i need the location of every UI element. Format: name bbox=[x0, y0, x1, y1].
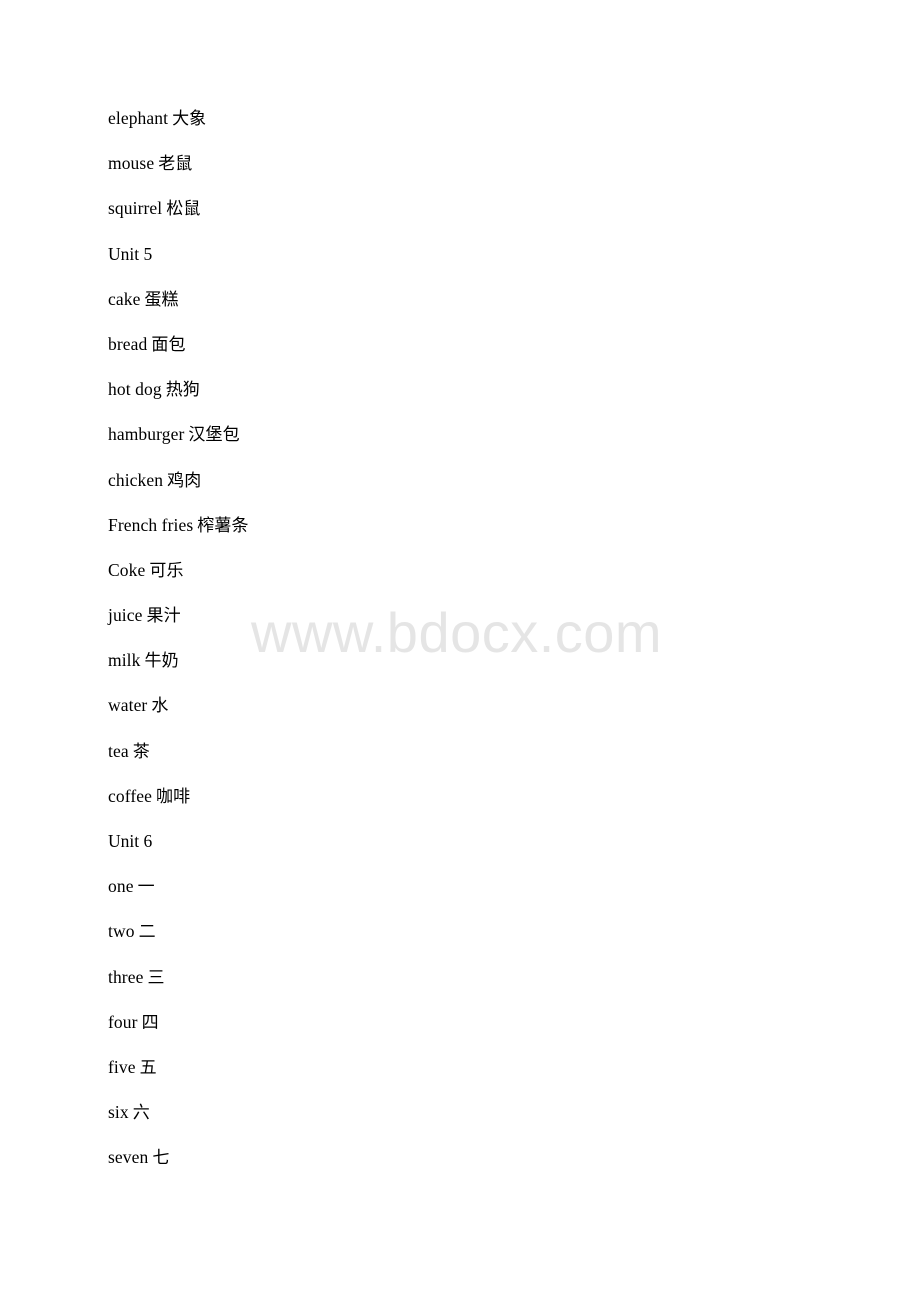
vocabulary-chinese: 老鼠 bbox=[158, 154, 193, 175]
vocabulary-chinese: 六 bbox=[132, 1103, 150, 1124]
vocabulary-entry: two 二 bbox=[108, 917, 808, 962]
vocabulary-entry: hamburger 汉堡包 bbox=[108, 420, 808, 465]
vocabulary-english: tea bbox=[108, 740, 129, 761]
vocabulary-list: elephant 大象 mouse 老鼠 squirrel 松鼠 Unit 5 cake 蛋糕 b… bbox=[108, 104, 808, 1189]
vocabulary-chinese: 二 bbox=[138, 922, 156, 943]
vocabulary-english: six bbox=[108, 1102, 129, 1123]
vocabulary-entry: tea 茶 bbox=[108, 737, 808, 782]
vocabulary-entry: one 一 bbox=[108, 872, 808, 917]
vocabulary-entry: four 四 bbox=[108, 1008, 808, 1053]
vocabulary-chinese: 蛋糕 bbox=[144, 289, 179, 310]
vocabulary-english: juice bbox=[108, 605, 143, 626]
vocabulary-entry: bread 面包 bbox=[108, 330, 808, 375]
vocabulary-chinese: 一 bbox=[137, 877, 155, 898]
vocabulary-english: seven bbox=[108, 1147, 149, 1168]
vocabulary-entry: hot dog 热狗 bbox=[108, 375, 808, 420]
vocabulary-chinese: 果汁 bbox=[146, 606, 181, 627]
vocabulary-chinese: 茶 bbox=[132, 741, 150, 762]
vocabulary-english: hot dog bbox=[108, 379, 162, 400]
vocabulary-chinese: 汉堡包 bbox=[188, 425, 240, 446]
vocabulary-english: hamburger bbox=[108, 424, 185, 445]
vocabulary-entry: chicken 鸡肉 bbox=[108, 466, 808, 511]
vocabulary-english: chicken bbox=[108, 469, 164, 490]
vocabulary-english: five bbox=[108, 1056, 136, 1077]
vocabulary-entry: mouse 老鼠 bbox=[108, 149, 808, 194]
vocabulary-english: three bbox=[108, 966, 144, 987]
vocabulary-entry: milk 牛奶 bbox=[108, 646, 808, 691]
vocabulary-chinese: 可乐 bbox=[149, 560, 184, 581]
vocabulary-english: coffee bbox=[108, 785, 152, 806]
vocabulary-english: mouse bbox=[108, 153, 155, 174]
vocabulary-chinese: 七 bbox=[152, 1148, 170, 1169]
vocabulary-entry: water 水 bbox=[108, 691, 808, 736]
vocabulary-entry: squirrel 松鼠 bbox=[108, 194, 808, 239]
vocabulary-chinese: 面包 bbox=[151, 334, 186, 355]
vocabulary-entry: juice 果汁 bbox=[108, 601, 808, 646]
vocabulary-chinese: 三 bbox=[147, 967, 165, 988]
vocabulary-chinese: 大象 bbox=[172, 109, 207, 129]
vocabulary-english: water bbox=[108, 695, 148, 716]
vocabulary-chinese: 松鼠 bbox=[166, 199, 201, 220]
vocabulary-english: French fries bbox=[108, 514, 194, 535]
vocabulary-entry: five 五 bbox=[108, 1053, 808, 1098]
vocabulary-chinese: 水 bbox=[151, 696, 169, 717]
vocabulary-english: Coke bbox=[108, 559, 146, 580]
unit-heading: Unit 5 bbox=[108, 243, 153, 264]
vocabulary-entry: seven 七 bbox=[108, 1143, 808, 1188]
vocabulary-entry: French fries 榨薯条 bbox=[108, 511, 808, 556]
document-page: www.bdocx.com elephant 大象 mouse 老鼠 squirrel 松… bbox=[0, 0, 920, 1302]
vocabulary-english: one bbox=[108, 876, 134, 897]
vocabulary-entry: coffee 咖啡 bbox=[108, 782, 808, 827]
vocabulary-entry: three 三 bbox=[108, 963, 808, 1008]
vocabulary-entry: elephant 大象 bbox=[108, 104, 808, 149]
vocabulary-chinese: 四 bbox=[141, 1012, 159, 1033]
vocabulary-english: bread bbox=[108, 333, 148, 354]
unit-heading: Unit 6 bbox=[108, 831, 153, 851]
vocabulary-chinese: 牛奶 bbox=[144, 651, 179, 672]
vocabulary-chinese: 榨薯条 bbox=[197, 515, 249, 536]
vocabulary-entry: six 六 bbox=[108, 1098, 808, 1143]
vocabulary-entry: Coke 可乐 bbox=[108, 556, 808, 601]
vocabulary-chinese: 热狗 bbox=[165, 380, 200, 401]
vocabulary-chinese: 鸡肉 bbox=[167, 470, 202, 491]
vocabulary-english: elephant bbox=[108, 108, 169, 128]
vocabulary-english: four bbox=[108, 1011, 138, 1032]
vocabulary-english: squirrel bbox=[108, 198, 163, 219]
vocabulary-entry: cake 蛋糕 bbox=[108, 285, 808, 330]
vocabulary-chinese: 咖啡 bbox=[156, 786, 191, 807]
vocabulary-english: milk bbox=[108, 650, 141, 671]
vocabulary-english: cake bbox=[108, 288, 141, 309]
vocabulary-english: two bbox=[108, 921, 135, 942]
vocabulary-chinese: 五 bbox=[139, 1057, 157, 1078]
